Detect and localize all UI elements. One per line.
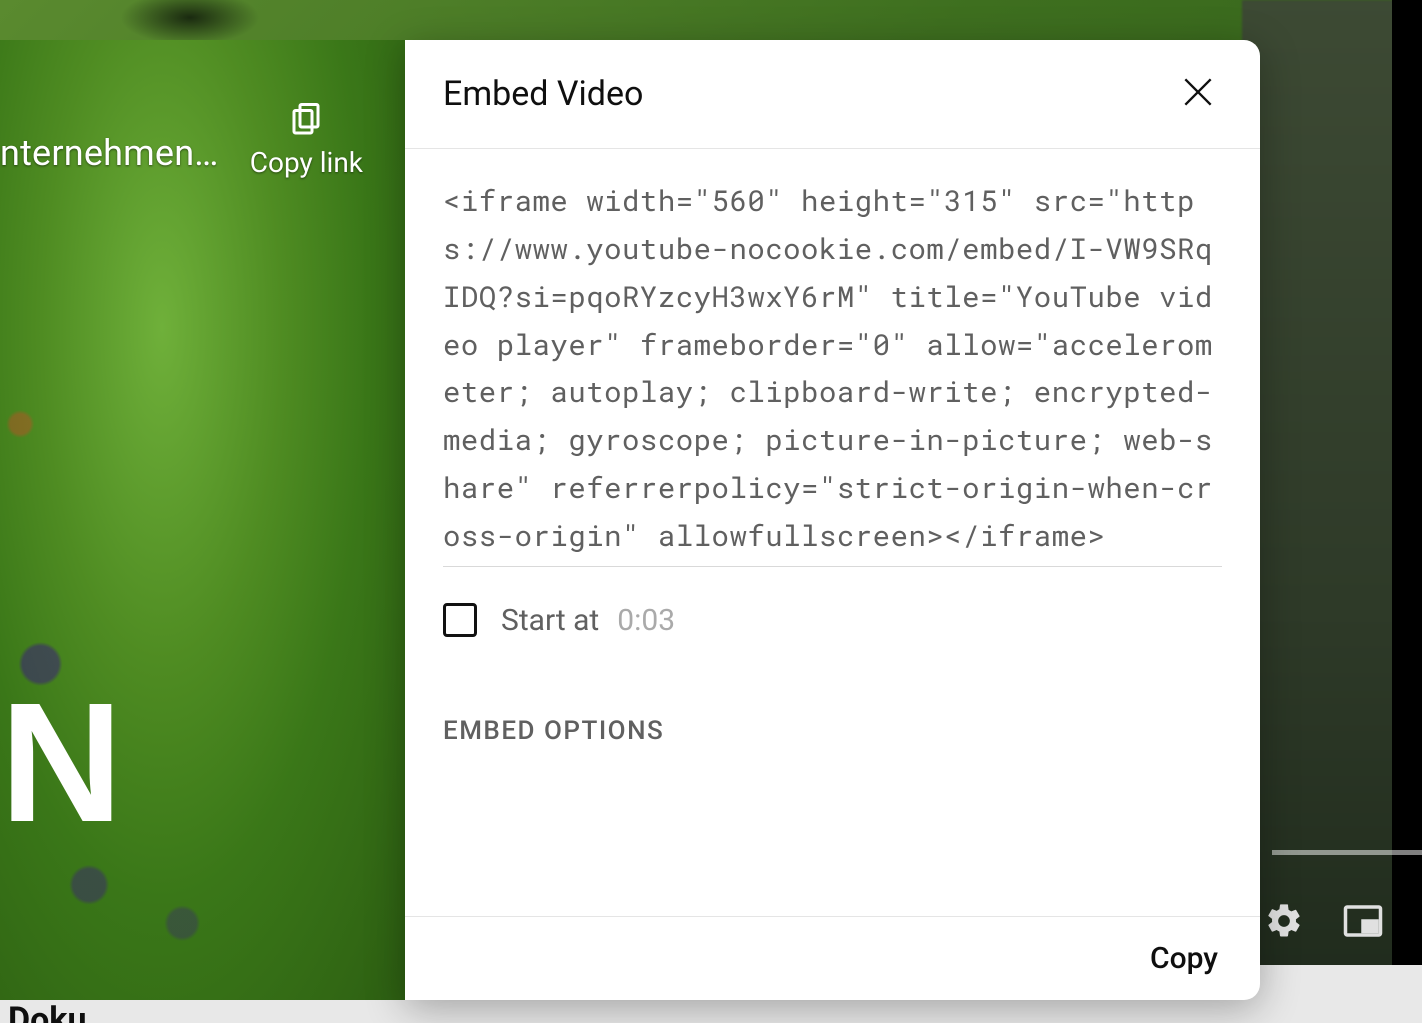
miniplayer-icon[interactable] <box>1342 900 1384 946</box>
close-icon <box>1179 73 1217 115</box>
copy-link-label: Copy link <box>250 146 363 179</box>
close-button[interactable] <box>1174 70 1222 118</box>
modal-footer: Copy <box>405 916 1260 1000</box>
embed-video-modal: Embed Video <iframe width="560" height="… <box>405 40 1260 1000</box>
video-title-fragment: Doku <box>8 1000 87 1023</box>
player-controls-fragment <box>1264 900 1384 946</box>
start-at-row: Start at 0:03 <box>443 603 1222 638</box>
settings-icon[interactable] <box>1264 901 1304 945</box>
modal-title: Embed Video <box>443 74 643 114</box>
modal-body: <iframe width="560" height="315" src="ht… <box>405 149 1260 916</box>
background-blob <box>120 0 260 45</box>
copy-button[interactable]: Copy <box>1150 941 1218 976</box>
start-at-checkbox[interactable] <box>443 603 477 637</box>
embed-options-heading: EMBED OPTIONS <box>443 716 1222 746</box>
video-progress-fragment[interactable] <box>1272 850 1422 855</box>
background-black-strip <box>1392 0 1422 965</box>
background-video-frame: nternehmen… Copy link N Doku Embed Video <box>0 0 1422 1023</box>
start-at-label: Start at <box>501 603 599 638</box>
modal-header: Embed Video <box>405 40 1260 149</box>
copy-link-icon <box>288 100 324 136</box>
thumbnail-text-fragment: N <box>0 687 121 840</box>
share-panel-title-fragment: nternehmen… <box>0 132 219 174</box>
share-panel-overlay: nternehmen… Copy link N <box>0 40 405 1000</box>
copy-link-button[interactable]: Copy link <box>250 100 363 179</box>
embed-code-textarea[interactable]: <iframe width="560" height="315" src="ht… <box>443 177 1222 567</box>
start-at-time-input[interactable]: 0:03 <box>617 603 675 638</box>
